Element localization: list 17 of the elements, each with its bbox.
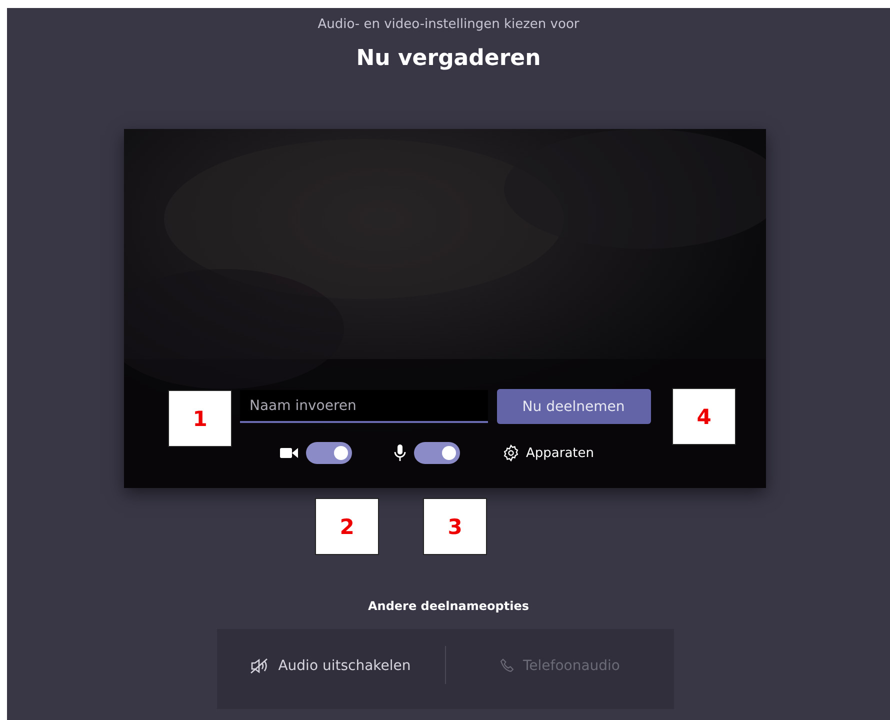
join-button[interactable]: Nu deelnemen bbox=[496, 389, 650, 424]
settings-icon bbox=[502, 444, 520, 462]
toggle-switch[interactable] bbox=[306, 442, 352, 464]
join-option-button[interactable]: Audio uitschakelen bbox=[216, 629, 444, 709]
toggle-switch[interactable] bbox=[414, 442, 460, 464]
microphone-icon bbox=[394, 444, 406, 462]
callout-label: 3 bbox=[423, 498, 487, 555]
callout-label: 4 bbox=[672, 388, 736, 445]
phone-icon bbox=[498, 658, 515, 674]
section-heading: Andere deelnameopties bbox=[368, 599, 530, 613]
callout-label: 1 bbox=[168, 390, 232, 447]
devices-button[interactable]: Apparaten bbox=[502, 444, 594, 462]
name-input-field[interactable]: Naam invoeren bbox=[240, 390, 488, 423]
page-title: Nu vergaderen bbox=[356, 46, 541, 71]
callout-label: 2 bbox=[315, 498, 379, 555]
subtitle: Audio- en video-instellingen kiezen voor bbox=[318, 17, 580, 32]
video-camera-icon bbox=[280, 447, 298, 459]
